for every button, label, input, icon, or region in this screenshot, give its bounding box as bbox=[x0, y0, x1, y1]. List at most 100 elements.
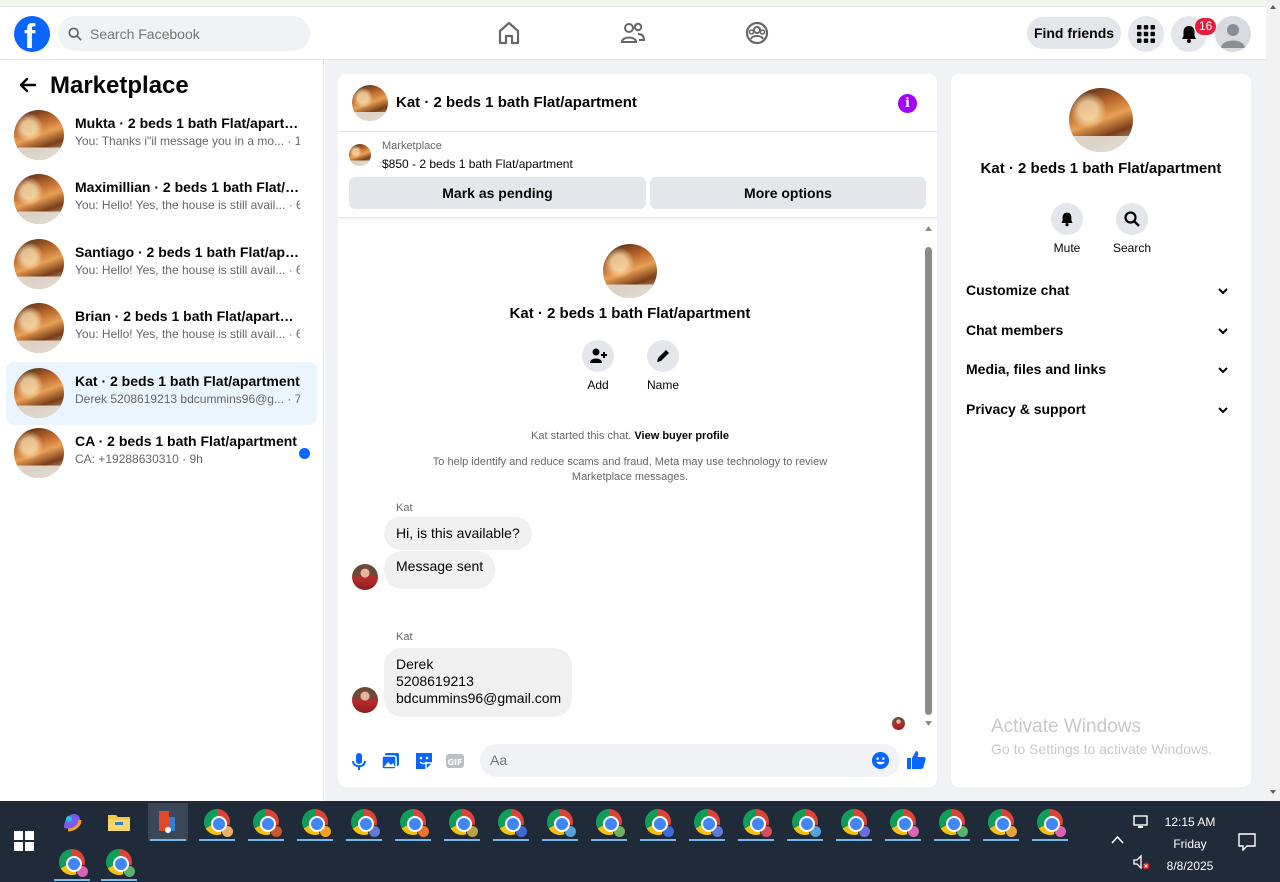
chrome-profile-app-icon[interactable] bbox=[246, 803, 286, 841]
system-clock[interactable]: 12:15 AM Friday 8/8/2025 bbox=[1160, 811, 1220, 877]
details-section-item[interactable]: Chat members bbox=[966, 322, 1236, 346]
message-sender: Kat bbox=[396, 502, 413, 514]
profile-avatar[interactable] bbox=[1215, 16, 1251, 52]
friends-icon[interactable] bbox=[619, 19, 647, 47]
chrome-profile-app-icon[interactable] bbox=[99, 843, 139, 881]
chrome-profile-app-icon[interactable] bbox=[1030, 803, 1070, 841]
chrome-profile-app-icon[interactable] bbox=[687, 803, 727, 841]
chrome-profile-app-icon[interactable] bbox=[981, 803, 1021, 841]
chrome-profile-app-icon[interactable] bbox=[52, 843, 92, 881]
chrome-profile-app-icon[interactable] bbox=[589, 803, 629, 841]
chevron-up-icon[interactable] bbox=[1111, 835, 1124, 844]
windows-start-icon[interactable] bbox=[14, 831, 34, 851]
message-input[interactable] bbox=[490, 752, 850, 768]
listing-price[interactable]: $850 - 2 beds 1 bath Flat/apartment bbox=[382, 157, 573, 171]
name-action[interactable]: Name bbox=[633, 340, 693, 392]
chrome-profile-app-icon[interactable] bbox=[442, 803, 482, 841]
search-action[interactable]: Search bbox=[1102, 203, 1162, 255]
chrome-profile-app-icon[interactable] bbox=[491, 803, 531, 841]
chrome-profile-app-icon[interactable] bbox=[785, 803, 825, 841]
scroll-up-icon[interactable] bbox=[924, 224, 933, 233]
conversation-preview: You: Hello! Yes, the house is still avai… bbox=[75, 327, 300, 341]
chrome-profile-app-icon[interactable] bbox=[295, 803, 335, 841]
listing-label: Marketplace bbox=[382, 140, 442, 152]
details-section-item[interactable]: Privacy & support bbox=[966, 401, 1236, 425]
profile-badge-icon bbox=[368, 825, 381, 838]
details-section-item[interactable]: Media, files and links bbox=[966, 361, 1236, 385]
details-section-item[interactable]: Customize chat bbox=[966, 282, 1236, 306]
chrome-icon bbox=[106, 849, 136, 878]
chrome-profile-app-icon[interactable] bbox=[197, 803, 237, 841]
volume-muted-icon[interactable] bbox=[1133, 854, 1151, 870]
conversation-item[interactable]: Maximillian · 2 beds 1 bath Flat/ap... Yo… bbox=[6, 168, 317, 231]
home-icon[interactable] bbox=[495, 19, 523, 47]
search-box[interactable] bbox=[58, 16, 310, 51]
chrome-profile-app-icon[interactable] bbox=[736, 803, 776, 841]
message-bubble[interactable]: Message sent bbox=[384, 551, 496, 589]
conversation-thumbnail bbox=[14, 174, 64, 224]
chrome-icon bbox=[988, 809, 1018, 838]
message-bubble[interactable]: Derek 5208619213 bdcummins96@gmail.com bbox=[384, 648, 573, 717]
chrome-profile-app-icon[interactable] bbox=[344, 803, 384, 841]
chat-started-notice: Kat started this chat. View buyer profil… bbox=[338, 429, 922, 444]
mute-action[interactable]: Mute bbox=[1037, 203, 1097, 255]
search-input[interactable] bbox=[90, 25, 290, 42]
photo-icon[interactable] bbox=[380, 750, 402, 772]
microphone-icon[interactable] bbox=[348, 750, 370, 772]
search-icon bbox=[1124, 211, 1140, 227]
gif-icon[interactable]: GIF bbox=[444, 750, 466, 772]
chrome-profile-app-icon[interactable] bbox=[834, 803, 874, 841]
scroll-up-icon[interactable] bbox=[1269, 3, 1277, 11]
listing-small-thumbnail[interactable] bbox=[349, 144, 371, 166]
network-icon[interactable] bbox=[1133, 814, 1151, 830]
message-bubble[interactable]: Hi, is this available? bbox=[384, 517, 532, 550]
clock-day: Friday bbox=[1173, 837, 1207, 851]
conversation-item[interactable]: Santiago · 2 beds 1 bath Flat/apart... Yo… bbox=[6, 233, 317, 296]
action-center-icon[interactable] bbox=[1238, 833, 1256, 851]
mark-pending-button[interactable]: Mark as pending bbox=[349, 177, 646, 209]
message-input-box[interactable] bbox=[480, 744, 900, 777]
profile-badge-icon bbox=[319, 825, 332, 838]
active-app-icon[interactable] bbox=[148, 803, 188, 841]
sticker-icon[interactable] bbox=[413, 750, 435, 772]
sender-avatar[interactable] bbox=[352, 564, 378, 590]
conversation-thumbnail bbox=[14, 239, 64, 289]
conversation-item[interactable]: Brian · 2 beds 1 bath Flat/apartment You:… bbox=[6, 297, 317, 360]
facebook-logo[interactable]: f bbox=[14, 16, 50, 56]
back-arrow-icon[interactable] bbox=[18, 75, 38, 95]
chrome-profile-app-icon[interactable] bbox=[883, 803, 923, 841]
conversation-preview: You: Hello! Yes, the house is still avai… bbox=[75, 263, 300, 277]
scroll-down-icon[interactable] bbox=[924, 719, 933, 728]
chrome-profile-app-icon[interactable] bbox=[638, 803, 678, 841]
groups-icon[interactable] bbox=[743, 19, 771, 47]
scroll-down-icon[interactable] bbox=[1269, 788, 1277, 796]
message-line: bdcummins96@gmail.com bbox=[396, 690, 562, 706]
view-buyer-profile-link[interactable]: View buyer profile bbox=[634, 430, 729, 442]
emoji-icon[interactable] bbox=[871, 751, 890, 770]
profile-badge-icon bbox=[956, 825, 969, 838]
conversation-item[interactable]: Mukta · 2 beds 1 bath Flat/apartm... You:… bbox=[6, 104, 317, 167]
menu-button[interactable] bbox=[1128, 16, 1164, 52]
add-action[interactable]: Add bbox=[568, 340, 628, 392]
chrome-profile-app-icon[interactable] bbox=[932, 803, 972, 841]
chat-header-title[interactable]: Kat · 2 beds 1 bath Flat/apartment bbox=[396, 94, 637, 111]
page-scrollbar[interactable] bbox=[1266, 0, 1280, 801]
chat-scrollbar-thumb[interactable] bbox=[925, 247, 932, 715]
profile-badge-icon bbox=[1054, 825, 1067, 838]
conversation-item[interactable]: Kat · 2 beds 1 bath Flat/apartment Derek … bbox=[6, 362, 317, 425]
more-options-button[interactable]: More options bbox=[650, 177, 926, 209]
chrome-profile-app-icon[interactable] bbox=[393, 803, 433, 841]
file-explorer-app-icon[interactable] bbox=[99, 803, 139, 841]
chrome-icon bbox=[890, 809, 920, 838]
find-friends-button[interactable]: Find friends bbox=[1027, 17, 1121, 49]
copilot-app-icon[interactable] bbox=[52, 803, 92, 841]
browser-top-strip bbox=[0, 0, 1280, 7]
listing-thumbnail[interactable] bbox=[352, 85, 388, 121]
conversation-title: Kat · 2 beds 1 bath Flat/apartment bbox=[75, 373, 300, 389]
like-thumbs-up-icon[interactable] bbox=[905, 749, 927, 771]
profile-badge-icon bbox=[270, 825, 283, 838]
conversation-item[interactable]: CA · 2 beds 1 bath Flat/apartment CA: +19… bbox=[6, 422, 317, 485]
sender-avatar[interactable] bbox=[352, 687, 378, 713]
info-icon[interactable]: i bbox=[898, 94, 917, 113]
chrome-profile-app-icon[interactable] bbox=[540, 803, 580, 841]
